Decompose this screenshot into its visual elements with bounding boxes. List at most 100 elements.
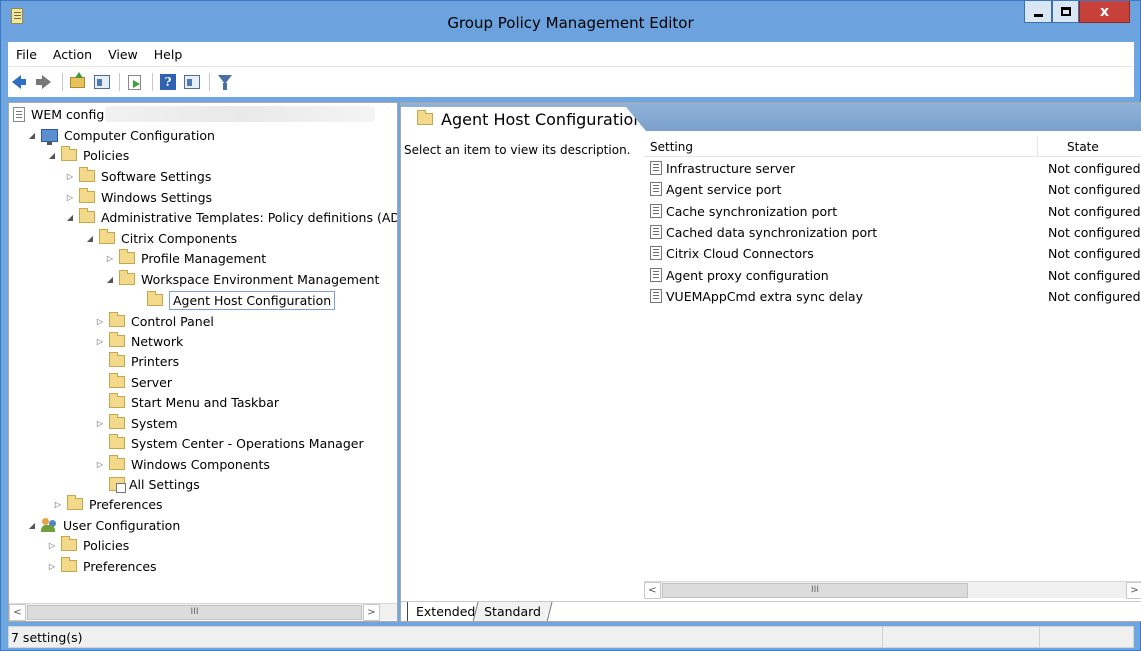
tree-item-windows-components[interactable]: ▷ Windows Components — [95, 454, 270, 474]
collapsed-arrow-icon[interactable]: ▷ — [105, 254, 115, 263]
redacted-gpo-name — [105, 106, 375, 122]
tree-item-system-center[interactable]: System Center - Operations Manager — [109, 433, 364, 453]
folder-icon — [109, 332, 125, 347]
tree-item-server[interactable]: Server — [109, 372, 172, 392]
folder-icon — [79, 167, 95, 182]
show-pane-icon[interactable] — [183, 73, 201, 91]
list-item[interactable]: Agent proxy configuration Not configured — [644, 265, 1141, 286]
expanded-arrow-icon[interactable]: ◢ — [85, 234, 95, 243]
list-item[interactable]: Agent service port Not configured — [644, 179, 1141, 200]
maximize-button[interactable] — [1052, 1, 1079, 23]
scroll-left-icon[interactable]: < — [644, 581, 661, 599]
scroll-right-icon[interactable]: > — [363, 603, 380, 621]
tree-label: Windows Settings — [101, 189, 213, 205]
back-arrow-icon[interactable] — [12, 73, 30, 91]
tree-item-root[interactable]: WEM config — [13, 104, 104, 124]
policy-setting-icon — [650, 182, 662, 196]
list-item[interactable]: Cache synchronization port Not configure… — [644, 201, 1141, 222]
menu-help[interactable]: Help — [146, 47, 191, 62]
tree-item-network[interactable]: ▷ Network — [95, 331, 183, 351]
scroll-thumb[interactable]: III — [27, 604, 362, 620]
tree-item-policies[interactable]: ◢ Policies — [47, 145, 129, 165]
tree-item-administrative-templates[interactable]: ◢ Administrative Templates: Policy defin… — [65, 207, 397, 227]
show-hide-tree-icon[interactable] — [93, 73, 111, 91]
expanded-arrow-icon[interactable]: ◢ — [65, 213, 75, 222]
tree-item-workspace-environment-management[interactable]: ◢ Workspace Environment Management — [105, 269, 379, 289]
folder-icon — [119, 270, 135, 285]
column-divider[interactable] — [1037, 137, 1038, 157]
list-item[interactable]: VUEMAppCmd extra sync delay Not configur… — [644, 286, 1141, 307]
maximize-icon — [1060, 7, 1071, 16]
list-horizontal-scrollbar[interactable]: < III > — [644, 581, 1141, 599]
list-item[interactable]: Cached data synchronization port Not con… — [644, 222, 1141, 243]
minimize-button[interactable] — [1024, 1, 1052, 23]
folder-icon — [79, 188, 95, 203]
collapsed-arrow-icon[interactable]: ▷ — [95, 337, 105, 346]
tree-item-profile-management[interactable]: ▷ Profile Management — [105, 248, 266, 268]
up-folder-icon[interactable] — [69, 72, 87, 91]
setting-state: Not configured — [1048, 204, 1141, 219]
tree-horizontal-scrollbar[interactable]: < III > — [9, 603, 397, 621]
forward-arrow-icon[interactable] — [36, 73, 54, 91]
scroll-left-icon[interactable]: < — [9, 603, 26, 621]
tree-item-system[interactable]: ▷ System — [95, 413, 178, 433]
expanded-arrow-icon[interactable]: ◢ — [27, 131, 37, 140]
tree-item-control-panel[interactable]: ▷ Control Panel — [95, 311, 214, 331]
scroll-right-icon[interactable]: > — [1126, 581, 1141, 599]
tree-item-printers[interactable]: Printers — [109, 351, 179, 371]
tree-label: Preferences — [89, 496, 163, 512]
tree-item-software-settings[interactable]: ▷ Software Settings — [65, 166, 211, 186]
policy-setting-icon — [650, 225, 662, 239]
menu-action[interactable]: Action — [45, 47, 100, 62]
tree-item-start-menu-taskbar[interactable]: Start Menu and Taskbar — [109, 392, 279, 412]
tree-item-windows-settings[interactable]: ▷ Windows Settings — [65, 187, 212, 207]
setting-name: Agent proxy configuration — [666, 268, 829, 283]
column-header-state[interactable]: State — [1067, 140, 1099, 154]
folder-icon — [119, 249, 135, 264]
computer-icon — [41, 128, 58, 145]
tree-pane[interactable]: WEM config ◢ Computer Configuration ◢ Po… — [8, 102, 398, 622]
collapsed-arrow-icon[interactable]: ▷ — [95, 317, 105, 326]
title-bar[interactable]: Group Policy Management Editor x — [1, 1, 1140, 41]
column-header-setting[interactable]: Setting — [650, 140, 693, 154]
collapsed-arrow-icon[interactable]: ▷ — [47, 541, 57, 550]
tree-item-user-preferences[interactable]: ▷ Preferences — [47, 556, 157, 576]
tree-item-citrix-components[interactable]: ◢ Citrix Components — [85, 228, 237, 248]
close-button[interactable]: x — [1079, 1, 1130, 23]
tab-extended[interactable]: Extended — [407, 602, 484, 621]
tree-item-computer-configuration[interactable]: ◢ Computer Configuration — [27, 125, 215, 145]
tree-item-preferences[interactable]: ▷ Preferences — [53, 494, 163, 514]
minimize-icon — [1033, 14, 1043, 17]
tree-item-user-policies[interactable]: ▷ Policies — [47, 535, 129, 555]
tree-label: Preferences — [83, 558, 157, 574]
setting-state: Not configured — [1048, 225, 1141, 240]
tree-item-user-configuration[interactable]: ◢ User Configuration — [27, 515, 180, 535]
collapsed-arrow-icon[interactable]: ▷ — [47, 562, 57, 571]
collapsed-arrow-icon[interactable]: ▷ — [53, 500, 63, 509]
collapsed-arrow-icon[interactable]: ▷ — [65, 172, 75, 181]
help-icon[interactable]: ? — [159, 73, 177, 91]
details-pane: Agent Host Configuration Select an item … — [400, 102, 1141, 622]
folder-icon — [109, 414, 125, 429]
list-item[interactable]: Infrastructure server Not configured — [644, 158, 1141, 179]
filter-icon[interactable] — [216, 73, 234, 91]
policy-setting-icon — [650, 268, 662, 282]
tree-item-agent-host-configuration[interactable]: Agent Host Configuration — [147, 290, 336, 310]
expanded-arrow-icon[interactable]: ◢ — [47, 151, 57, 160]
tree-label: Start Menu and Taskbar — [131, 394, 280, 410]
tree-item-all-settings[interactable]: All Settings — [109, 474, 200, 494]
policy-setting-icon — [650, 246, 662, 260]
collapsed-arrow-icon[interactable]: ▷ — [95, 419, 105, 428]
expanded-arrow-icon[interactable]: ◢ — [105, 275, 115, 284]
scroll-thumb[interactable]: III — [662, 582, 968, 598]
expanded-arrow-icon[interactable]: ◢ — [27, 521, 37, 530]
collapsed-arrow-icon[interactable]: ▷ — [65, 193, 75, 202]
tree-label: Software Settings — [101, 168, 212, 184]
menu-file[interactable]: File — [8, 47, 45, 62]
tab-standard[interactable]: Standard — [472, 602, 553, 621]
collapsed-arrow-icon[interactable]: ▷ — [95, 460, 105, 469]
folder-icon — [61, 536, 77, 551]
list-item[interactable]: Citrix Cloud Connectors Not configured — [644, 243, 1141, 264]
menu-view[interactable]: View — [100, 47, 146, 62]
export-list-icon[interactable] — [126, 73, 144, 91]
